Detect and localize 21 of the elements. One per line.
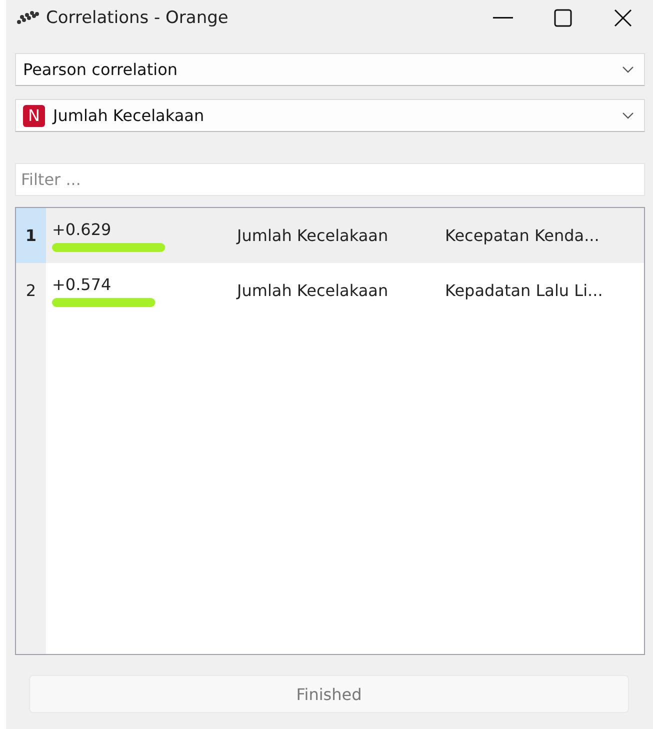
filter-field[interactable]: Filter ... [15,163,645,196]
minimize-icon [493,17,513,19]
correlation-type-dropdown[interactable]: Pearson correlation [15,53,645,86]
close-icon [614,9,632,27]
correlation-value: +0.629 [52,220,112,238]
correlation-value: +0.574 [52,274,112,294]
row-number: 2 [24,280,38,302]
maximize-icon [554,9,572,27]
table-cell-text: Jumlah Kecelakaan [237,281,390,300]
table-row[interactable]: 2 +0.574 Jumlah Kecelakaan Kepadatan Lalu Li... [16,263,644,318]
table-cell: Kepadatan Lalu Li... [445,281,603,300]
table-cell-text: Jumlah Kecelakaan [237,226,390,245]
numeric-badge: N [23,104,45,126]
chevron-down-icon [622,66,634,74]
row-number: 1 [16,208,46,263]
feature-dropdown[interactable]: N Jumlah Kecelakaan [15,99,645,132]
table-cell: Kecepatan Kenda... [445,226,600,245]
window-title: Correlations - Orange [46,8,230,28]
table-row[interactable]: 1 +0.629 Jumlah Kecelakaan Kecepatan Kenda... [16,208,644,263]
dots-logo-icon [16,11,40,25]
chevron-down-icon [622,112,634,120]
